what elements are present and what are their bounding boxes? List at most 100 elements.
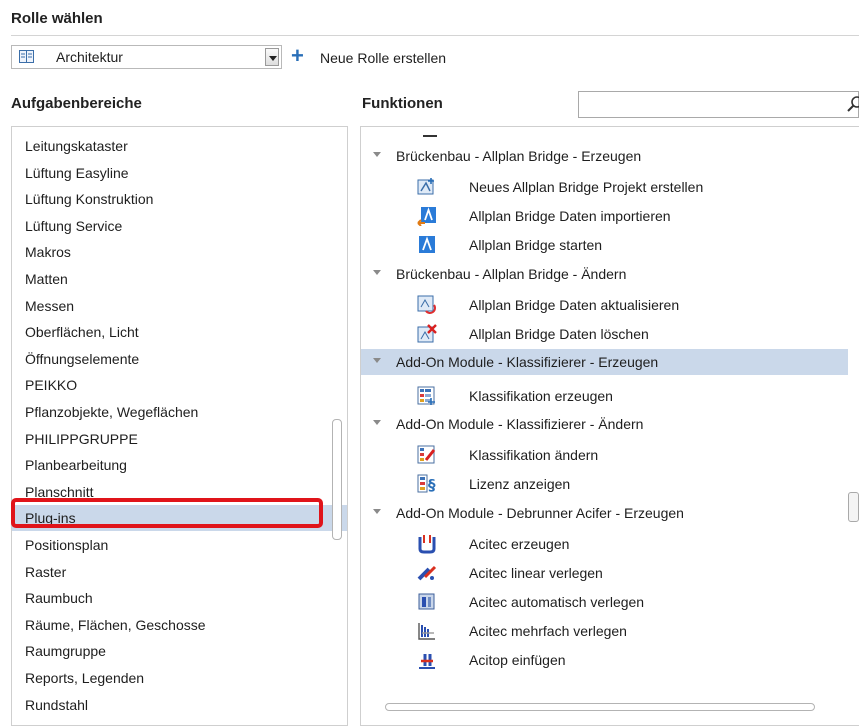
- list-item-label: Positionsplan: [25, 537, 109, 553]
- function-item[interactable]: Allplan Bridge Daten löschen: [361, 320, 859, 349]
- list-item-label: Lüftung Service: [25, 217, 123, 234]
- list-item[interactable]: Rundstahl: [12, 692, 347, 718]
- list-item[interactable]: Reports, Legenden: [12, 665, 347, 691]
- function-group-label: Add-On Module - Klassifizierer - Erzeuge…: [396, 354, 659, 370]
- function-item[interactable]: Acitec linear verlegen: [361, 559, 859, 588]
- list-item[interactable]: Lüftung Konstruktion: [12, 186, 347, 212]
- list-item[interactable]: Lüftung Easyline: [12, 160, 347, 186]
- right-panel-edge-handle[interactable]: [848, 492, 859, 522]
- acitec-create-icon: [418, 534, 436, 554]
- function-item-label: Acitec erzeugen: [469, 535, 570, 552]
- list-item-label: Öffnungselemente: [25, 350, 140, 367]
- function-item[interactable]: Acitec mehrfach verlegen: [361, 617, 859, 646]
- collapse-arrow-icon[interactable]: [373, 420, 381, 426]
- acitop-insert-icon: [419, 654, 435, 670]
- function-item-label: Acitec mehrfach verlegen: [469, 623, 627, 640]
- list-item[interactable]: Raumgruppe: [12, 638, 347, 664]
- list-item[interactable]: Lüftung Service: [12, 213, 347, 239]
- classification-create-icon: [417, 386, 435, 405]
- acitec-auto-icon: [418, 593, 435, 610]
- function-item-label: Lizenz anzeigen: [469, 476, 571, 493]
- function-item[interactable]: Klassifikation ändern: [361, 441, 859, 470]
- search-input[interactable]: [583, 92, 847, 118]
- bridge-import-icon: [417, 207, 436, 227]
- function-group[interactable]: Brückenbau - Allplan Bridge - Erzeugen: [361, 143, 859, 169]
- function-item[interactable]: Allplan Bridge Daten aktualisieren: [361, 291, 859, 320]
- function-group[interactable]: Add-On Module - Debrunner Acifer - Erzeu…: [361, 500, 859, 526]
- bridge-refresh-icon: [417, 295, 436, 314]
- list-item-label: Lüftung Easyline: [25, 164, 129, 181]
- function-group[interactable]: Brückenbau - Allplan Bridge - Ändern: [361, 261, 859, 287]
- collapse-arrow-icon[interactable]: [373, 508, 381, 514]
- function-item[interactable]: Acitop einfügen: [361, 646, 859, 675]
- horizontal-scrollbar-thumb[interactable]: [385, 703, 815, 711]
- list-item[interactable]: Messen: [12, 293, 347, 319]
- function-item[interactable]: Allplan Bridge starten: [361, 231, 859, 260]
- list-item[interactable]: Räume, Flächen, Geschosse: [12, 612, 347, 638]
- function-item[interactable]: § Lizenz anzeigen: [361, 470, 859, 499]
- list-item[interactable]: Oberflächen, Licht: [12, 319, 347, 345]
- highlight-box: [11, 498, 323, 528]
- list-item[interactable]: Makros: [12, 239, 347, 265]
- search-icon[interactable]: [846, 95, 859, 113]
- new-role-link[interactable]: Neue Rolle erstellen: [320, 50, 446, 66]
- list-item-label: Matten: [25, 271, 68, 287]
- list-item-label: Raumbuch: [25, 590, 93, 607]
- list-item[interactable]: Raster: [12, 559, 347, 585]
- function-item[interactable]: Allplan Bridge Daten importieren: [361, 202, 859, 231]
- collapse-arrow-icon[interactable]: [373, 152, 381, 157]
- collapse-arrow-icon[interactable]: [373, 358, 381, 363]
- function-item-label: Allplan Bridge Daten aktualisieren: [469, 296, 680, 313]
- new-project-icon: [417, 178, 434, 195]
- list-item[interactable]: Matten: [12, 266, 347, 292]
- list-item[interactable]: Öffnungselemente: [12, 346, 347, 372]
- list-item-label: Räume, Flächen, Geschosse: [25, 616, 206, 633]
- function-item-label: Klassifikation erzeugen: [469, 388, 613, 404]
- function-item-label: Neues Allplan Bridge Projekt erstellen: [469, 179, 704, 195]
- task-area-list[interactable]: Leitungskataster Lüftung Easyline Lüftung …: [11, 126, 348, 726]
- list-item[interactable]: Planbearbeitung: [12, 452, 347, 478]
- bridge-delete-icon: [417, 323, 437, 343]
- function-item[interactable]: Acitec erzeugen: [361, 530, 859, 559]
- list-item[interactable]: Leitungskataster: [12, 133, 347, 159]
- list-item-label: Rundstahl: [25, 696, 89, 713]
- list-item[interactable]: Raumbuch: [12, 585, 347, 611]
- function-group-label: Add-On Module - Debrunner Acifer - Erzeu…: [396, 504, 684, 521]
- book-icon: [19, 50, 34, 63]
- list-item-label: Makros: [25, 244, 71, 261]
- collapse-arrow-icon[interactable]: [373, 269, 381, 275]
- function-item-label: Allplan Bridge Daten importieren: [469, 208, 671, 225]
- list-item-label: Raumgruppe: [25, 643, 106, 660]
- function-item[interactable]: Klassifikation erzeugen: [361, 382, 859, 411]
- list-item[interactable]: PHILIPPGRUPPE: [12, 426, 347, 452]
- search-field[interactable]: [578, 91, 859, 118]
- function-item-label: Acitop einfügen: [469, 652, 566, 669]
- title-divider: [11, 35, 859, 36]
- list-item[interactable]: Pflanzobjekte, Wegeflächen: [12, 399, 347, 425]
- classification-edit-icon: [417, 445, 436, 464]
- bridge-start-icon: [419, 236, 435, 254]
- dropdown-arrow-button[interactable]: [265, 48, 279, 66]
- function-group[interactable]: Add-On Module - Klassifizierer - Ändern: [361, 411, 859, 437]
- function-group-label: Brückenbau - Allplan Bridge - Ändern: [396, 265, 627, 282]
- list-item-label: Reports, Legenden: [25, 670, 145, 686]
- function-item[interactable]: Neues Allplan Bridge Projekt erstellen: [361, 173, 859, 202]
- page-title: Rolle wählen: [11, 10, 103, 27]
- function-group[interactable]: Add-On Module - Klassifizierer - Erzeuge…: [361, 349, 848, 375]
- list-item-label: PHILIPPGRUPPE: [25, 430, 138, 447]
- left-scrollbar-thumb[interactable]: [332, 419, 342, 540]
- list-item[interactable]: PEIKKO: [12, 372, 347, 398]
- horizontal-scrollbar[interactable]: [373, 703, 848, 711]
- function-item[interactable]: Acitec automatisch verlegen: [361, 588, 859, 617]
- list-item-label: Lüftung Konstruktion: [25, 191, 154, 208]
- plus-icon[interactable]: +: [291, 45, 304, 67]
- function-item-label: Acitec automatisch verlegen: [469, 594, 645, 610]
- function-list[interactable]: Brückenbau - Allplan Bridge - Erzeugen Ne…: [360, 126, 859, 726]
- role-select[interactable]: Architektur: [11, 45, 282, 69]
- function-group-label: Brückenbau - Allplan Bridge - Erzeugen: [396, 148, 642, 164]
- acitec-multiple-icon: [418, 623, 435, 640]
- function-item-label: Allplan Bridge Daten löschen: [469, 325, 649, 342]
- list-item-label: Planbearbeitung: [25, 457, 127, 474]
- function-item-label: Acitec linear verlegen: [469, 564, 603, 581]
- list-item[interactable]: Positionsplan: [12, 532, 347, 558]
